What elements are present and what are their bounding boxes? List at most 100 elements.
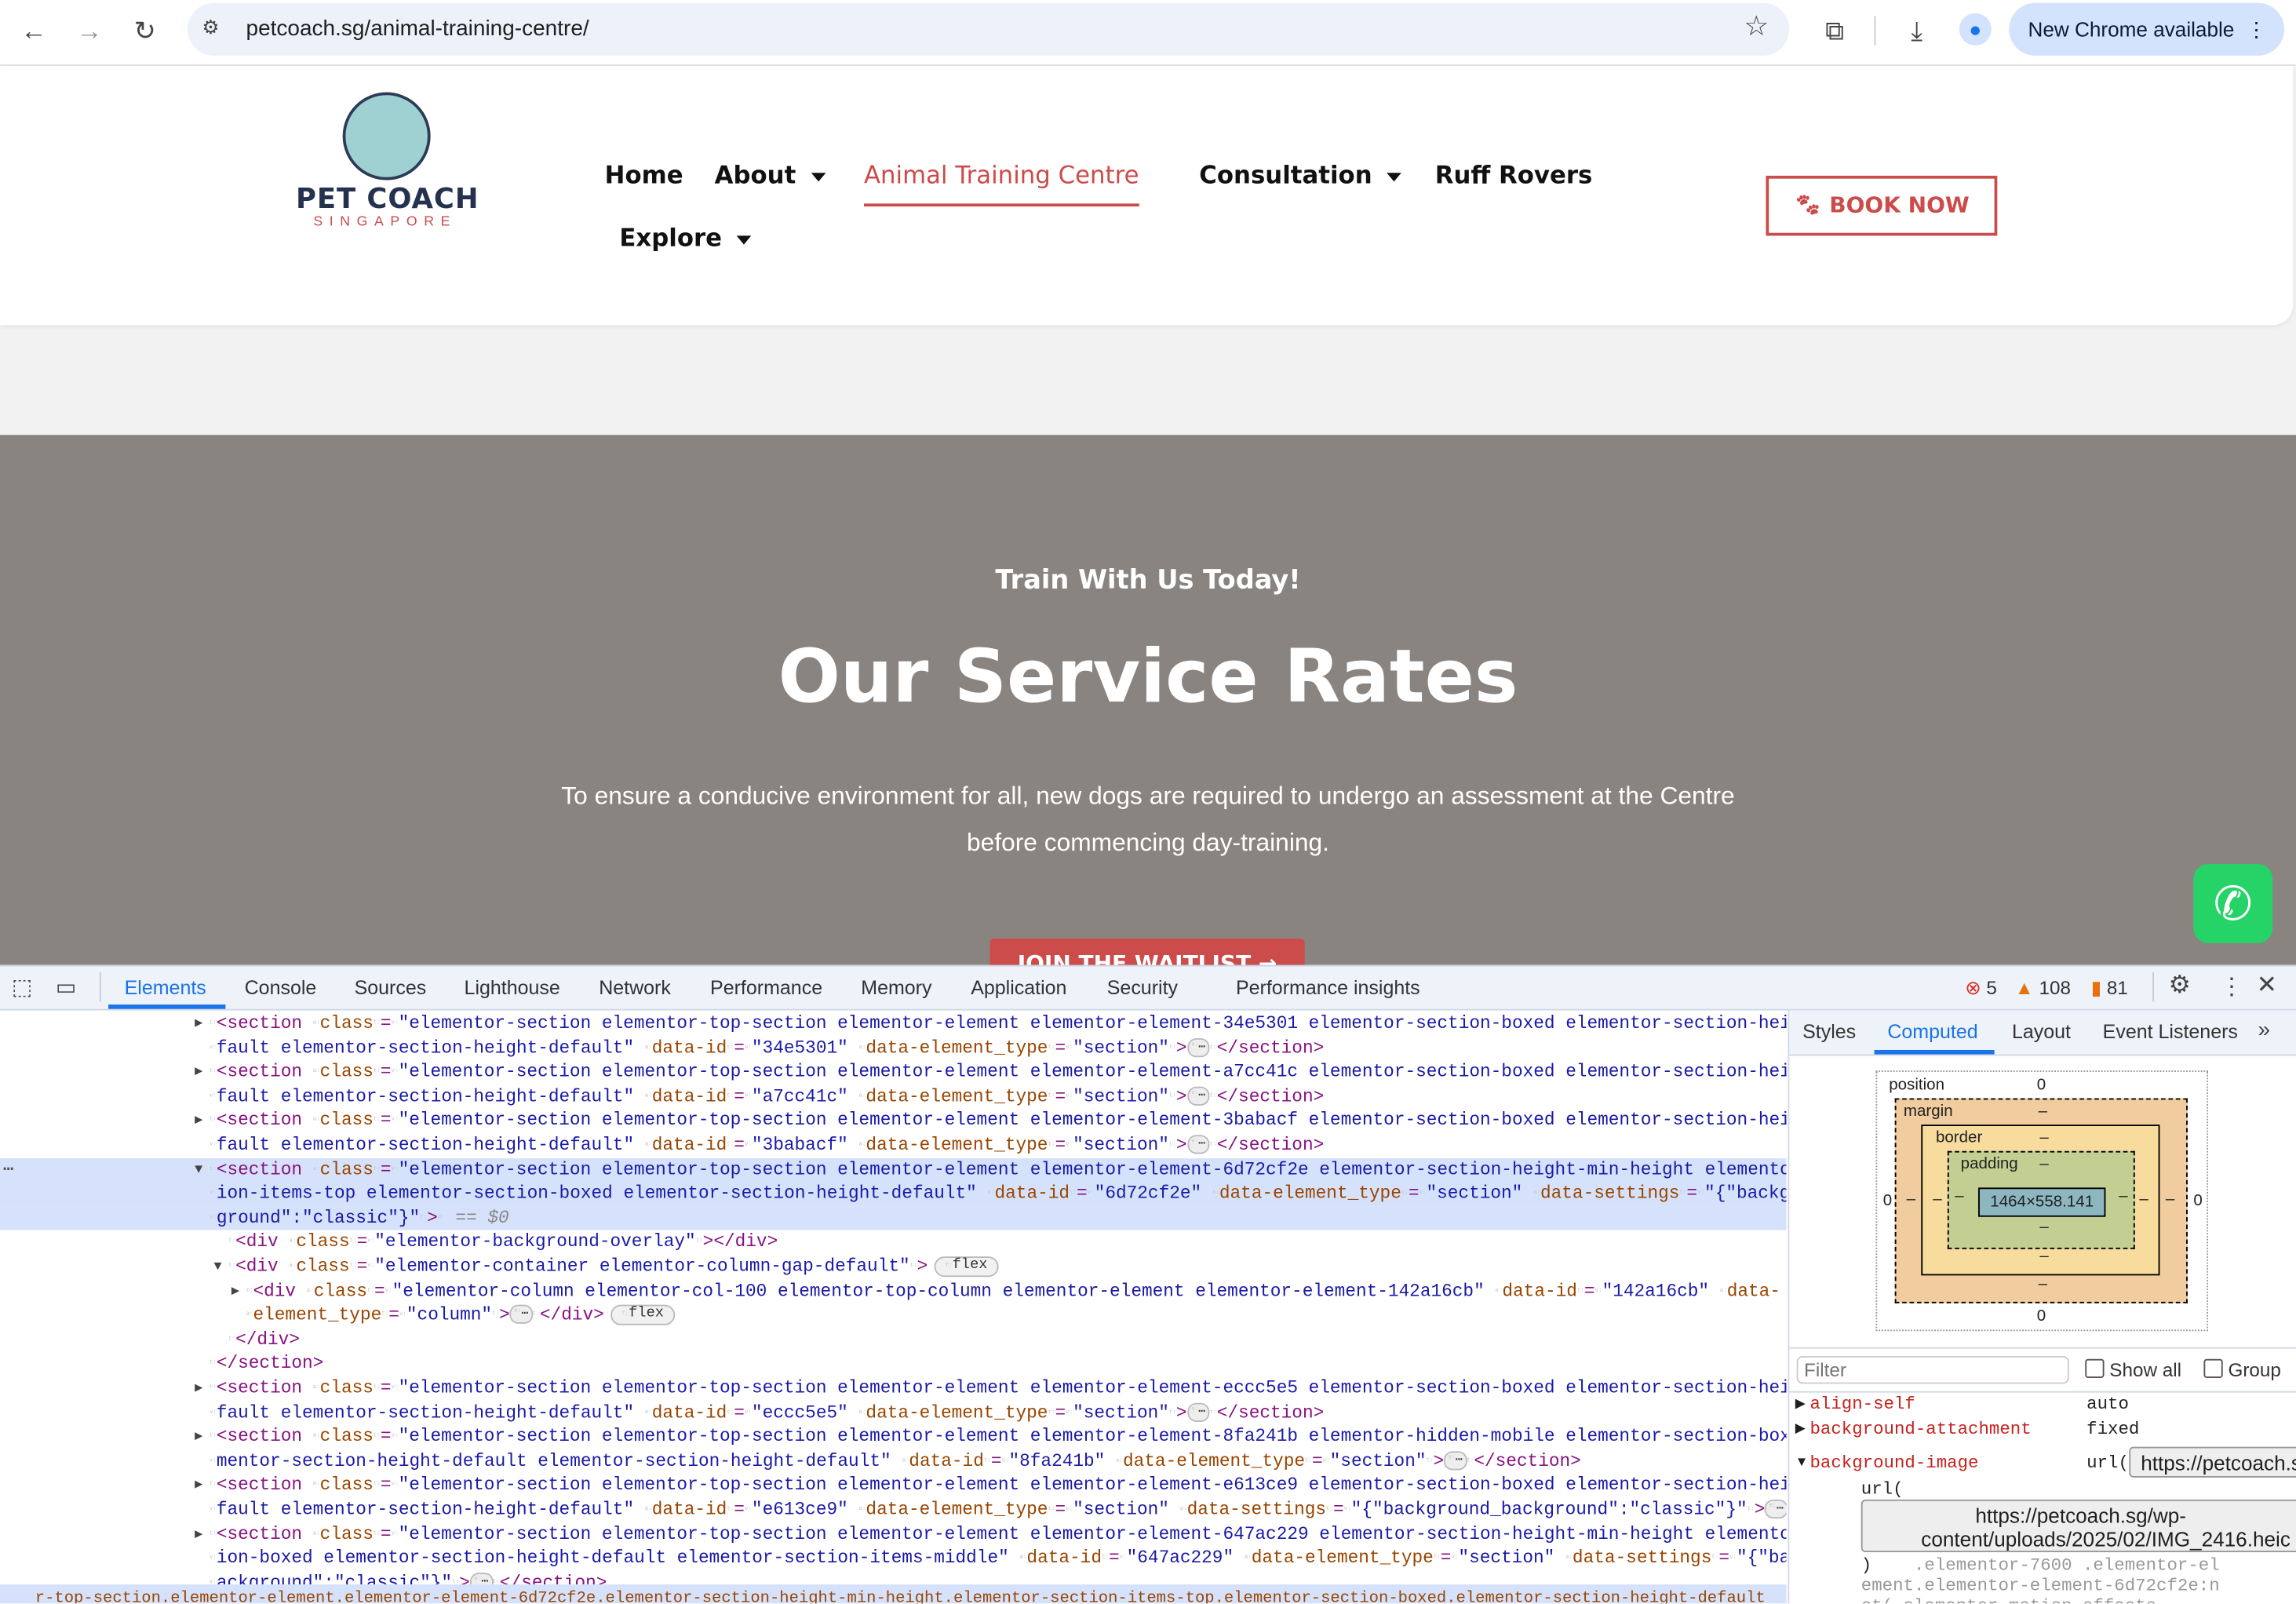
dom-node-row-selected[interactable]: v:ion-items-top elementor-section-boxed … bbox=[0, 1182, 1787, 1207]
dom-node-row[interactable]: ▶ t:<section a:classt:=v:"elementor-secti… bbox=[0, 1109, 1786, 1133]
nav-about[interactable]: About bbox=[715, 161, 825, 189]
expand-arrow-icon[interactable]: ▶ bbox=[195, 1060, 202, 1085]
url-link[interactable]: https://petcoach.s bbox=[2129, 1446, 2296, 1478]
elements-tree[interactable]: ▶ t:<section a:classt:=v:"elementor-secti… bbox=[0, 1011, 1787, 1585]
close-devtools-icon[interactable]: ✕ bbox=[2257, 971, 2278, 1000]
expand-ellipsis-button[interactable]: e: bbox=[1444, 1451, 1467, 1471]
expand-ellipsis-button[interactable]: e: bbox=[469, 1573, 493, 1585]
expand-arrow-icon[interactable]: ▶ bbox=[195, 1109, 202, 1133]
expand-arrow-icon[interactable]: ▶ bbox=[231, 1279, 239, 1303]
expand-ellipsis-button[interactable]: e: bbox=[1186, 1135, 1210, 1154]
book-now-button[interactable]: 🐾︎ BOOK NOW bbox=[1766, 175, 1998, 236]
dom-node-row[interactable]: a:element_typet:=v:"column"t:>e:t:</div>… bbox=[0, 1303, 1787, 1328]
dom-node-row[interactable]: t:<div a:classt:=v:"elementor-background… bbox=[0, 1230, 1787, 1255]
profile-avatar-icon[interactable]: ● bbox=[1959, 13, 1992, 46]
dom-node-row[interactable]: v:ackground":"classic"}"t:> e: t:</section… bbox=[0, 1571, 1787, 1585]
dom-node-row[interactable]: ▶ t:<section a:classt:=v:"elementor-secti… bbox=[0, 1012, 1786, 1036]
dom-node-row[interactable]: v:fault elementor-section-height-default… bbox=[0, 1498, 1787, 1522]
tab-application[interactable]: Application bbox=[971, 977, 1066, 999]
sidebar-tab-event-listeners[interactable]: Event Listeners bbox=[2103, 1021, 2238, 1043]
dom-node-row[interactable]: ▶ t:<section a:classt:=v:"elementor-secti… bbox=[0, 1425, 1786, 1449]
site-info-icon[interactable]: ⚙ bbox=[202, 16, 220, 40]
expand-ellipsis-button[interactable]: e: bbox=[1186, 1402, 1210, 1422]
device-toolbar-icon[interactable]: ▭ bbox=[56, 974, 76, 1001]
dom-node-row[interactable]: v:mentor-section-height-default elemento… bbox=[0, 1449, 1787, 1474]
dom-breadcrumb[interactable]: r-top-section.elementor-element.elemento… bbox=[0, 1584, 1787, 1604]
tab-lighthouse[interactable]: Lighthouse bbox=[465, 977, 560, 999]
extensions-icon[interactable]: ⧉ bbox=[1816, 12, 1854, 50]
collapse-arrow-icon[interactable]: ▼ bbox=[1795, 1454, 1809, 1469]
tab-performance-insights[interactable]: Performance insights bbox=[1236, 977, 1420, 999]
dom-node-row[interactable]: v:fault elementor-section-height-default… bbox=[0, 1133, 1787, 1157]
expand-arrow-icon[interactable]: ▶ bbox=[1795, 1395, 1806, 1412]
flex-badge[interactable]: f:flex bbox=[610, 1304, 676, 1325]
nav-animal-training-centre[interactable]: Animal Training Centre bbox=[863, 161, 1139, 207]
bookmark-star-icon[interactable]: ☆ bbox=[1744, 10, 1769, 44]
collapse-arrow-icon[interactable]: ▼ bbox=[213, 1255, 221, 1279]
expand-arrow-icon[interactable]: ▶ bbox=[1795, 1420, 1806, 1437]
nav-consultation[interactable]: Consultation bbox=[1199, 161, 1401, 189]
whatsapp-icon[interactable]: ✆ bbox=[2193, 863, 2273, 943]
nav-explore[interactable]: Explore bbox=[619, 224, 752, 252]
dom-node-row[interactable]: ▶ t:<section a:classt:=v:"elementor-secti… bbox=[0, 1060, 1786, 1085]
tab-memory[interactable]: Memory bbox=[861, 977, 931, 999]
nav-ruff-rovers[interactable]: Ruff Rovers bbox=[1435, 161, 1593, 188]
prop-name[interactable]: align-self bbox=[1809, 1394, 1915, 1414]
filter-input[interactable] bbox=[1796, 1355, 2069, 1384]
nav-home[interactable]: Home bbox=[605, 161, 683, 188]
dom-node-row[interactable]: v:fault elementor-section-height-default… bbox=[0, 1085, 1787, 1109]
dom-node-row[interactable]: v:fault elementor-section-height-default… bbox=[0, 1036, 1787, 1060]
expand-arrow-icon[interactable]: ▶ bbox=[195, 1522, 202, 1547]
address-bar[interactable]: ⚙ petcoach.sg/animal-training-centre/ ☆ bbox=[187, 2, 1790, 56]
group-checkbox[interactable]: Group bbox=[2203, 1358, 2281, 1381]
url-text[interactable]: petcoach.sg/animal-training-centre/ bbox=[246, 16, 589, 42]
show-all-checkbox[interactable]: Show all bbox=[2085, 1358, 2181, 1381]
sidebar-tab-layout[interactable]: Layout bbox=[2012, 1021, 2071, 1043]
dom-node-row-selected[interactable]: v:ground":"classic"}"t:>d: == $0 bbox=[0, 1206, 1787, 1231]
tab-network[interactable]: Network bbox=[599, 977, 671, 999]
prop-name[interactable]: background-attachment bbox=[1809, 1419, 2031, 1439]
forward-icon[interactable]: → bbox=[71, 12, 109, 50]
sidebar-tab-computed[interactable]: Computed bbox=[1887, 1021, 1977, 1043]
issues-count[interactable]: ▮ 81 bbox=[2091, 977, 2128, 1001]
more-vert-icon[interactable]: ⋮ bbox=[2247, 3, 2267, 56]
expand-ellipsis-button[interactable]: e: bbox=[1186, 1037, 1210, 1058]
dom-node-row[interactable]: ▶ t:<section a:classt:=v:"elementor-secti… bbox=[0, 1474, 1786, 1498]
tab-security[interactable]: Security bbox=[1107, 977, 1178, 999]
error-count[interactable]: ⊗ 5 bbox=[1965, 977, 1997, 1001]
sidebar-tab-styles[interactable]: Styles bbox=[1802, 1021, 1856, 1043]
tab-sources[interactable]: Sources bbox=[355, 977, 427, 999]
warning-count[interactable]: ▲ 108 bbox=[2015, 977, 2071, 999]
dom-node-row[interactable]: v:ion-boxed elementor-section-height-def… bbox=[0, 1547, 1787, 1571]
expand-ellipsis-button[interactable]: e: bbox=[1765, 1500, 1787, 1519]
dom-node-row[interactable]: ▼ t:<div a:classt:=v:"elementor-container… bbox=[0, 1255, 1787, 1279]
settings-gear-icon[interactable]: ⚙ bbox=[2169, 971, 2191, 1000]
dom-node-row[interactable]: v:fault elementor-section-height-default… bbox=[0, 1401, 1787, 1425]
expand-ellipsis-button[interactable]: e: bbox=[1186, 1086, 1210, 1106]
tab-performance[interactable]: Performance bbox=[710, 977, 822, 999]
expand-arrow-icon[interactable]: ▶ bbox=[195, 1425, 202, 1449]
flex-badge[interactable]: f:flex bbox=[933, 1256, 1000, 1277]
reload-icon[interactable]: ↻ bbox=[126, 12, 164, 50]
rule-selector-link[interactable]: .elementor-7600 .elementor-element.eleme… bbox=[1861, 1555, 2228, 1604]
dom-node-row[interactable]: ▶ t:<section a:classt:=v:"elementor-secti… bbox=[0, 1376, 1786, 1401]
logo-text[interactable]: PET COACH bbox=[296, 183, 479, 215]
dom-node-row[interactable]: ▶ t:<section a:classt:=v:"elementor-secti… bbox=[0, 1522, 1786, 1547]
expand-ellipsis-button[interactable]: e: bbox=[509, 1305, 533, 1325]
download-icon[interactable]: ⤓ bbox=[1897, 12, 1936, 50]
expand-arrow-icon[interactable]: ▶ bbox=[195, 1376, 202, 1401]
tab-elements[interactable]: Elements bbox=[125, 977, 206, 999]
more-tabs-chevron-icon[interactable]: » bbox=[2258, 1018, 2270, 1043]
dom-node-row-selected[interactable]: ⋯ ▼ t:<section a:classt:=v:"elementor-sect… bbox=[0, 1157, 1787, 1183]
more-options-icon[interactable]: ⋮ bbox=[2220, 972, 2243, 1001]
dom-node-row[interactable]: t:</div> bbox=[0, 1328, 1787, 1352]
background-image-url-link[interactable]: https://petcoach.sg/wp-content/uploads/2… bbox=[1860, 1499, 2296, 1553]
logo-dog-icon[interactable] bbox=[342, 92, 431, 180]
inspect-element-icon[interactable]: ⬚ bbox=[12, 974, 32, 1001]
dom-node-row[interactable]: ▶ t:<div a:classt:=v:"elementor-column el… bbox=[0, 1279, 1787, 1303]
expand-arrow-icon[interactable]: ▶ bbox=[195, 1474, 202, 1498]
dom-node-row[interactable]: t:</section> bbox=[0, 1352, 1787, 1376]
tab-console[interactable]: Console bbox=[245, 977, 317, 999]
back-icon[interactable]: ← bbox=[15, 12, 53, 50]
new-chrome-button[interactable]: New Chrome available ⋮ bbox=[2009, 2, 2285, 56]
